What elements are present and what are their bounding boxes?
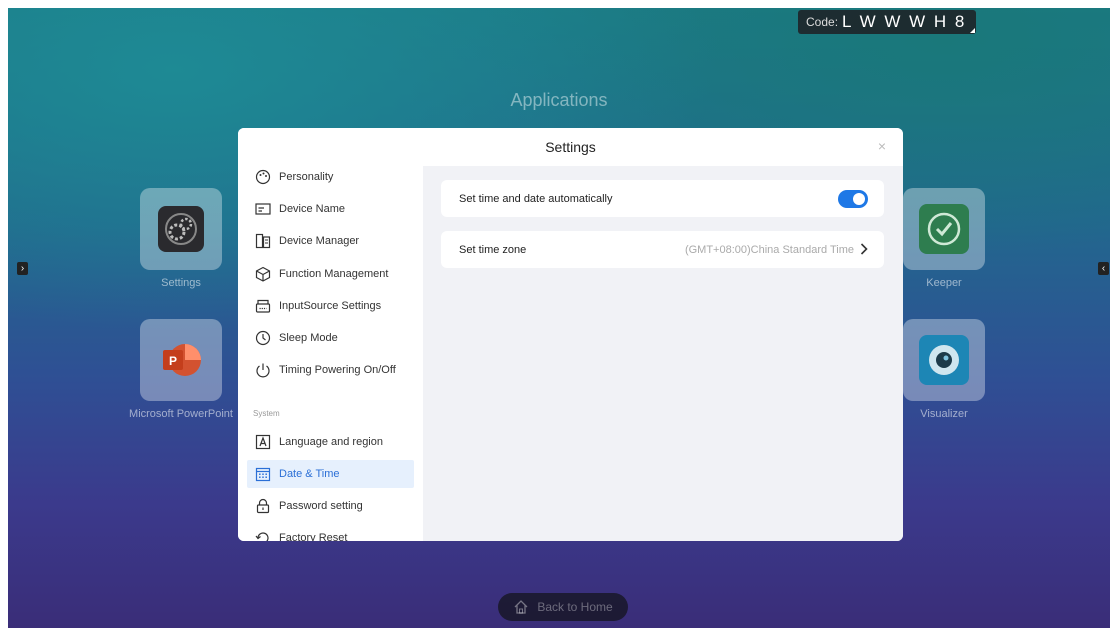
clock-icon [255, 330, 271, 346]
sidebar-item-label: Language and region [279, 436, 383, 448]
auto-time-row[interactable]: Set time and date automatically [441, 180, 884, 217]
calendar-icon [255, 466, 271, 482]
resize-corner-icon [970, 28, 976, 33]
left-edge-arrow-button[interactable]: › [17, 262, 28, 275]
svg-text:P: P [169, 354, 177, 368]
sidebar-item-factory-reset[interactable]: Factory Reset [247, 524, 414, 541]
settings-dialog: Settings × Personality Device Name Devic… [238, 128, 903, 541]
sidebar-item-label: Device Manager [279, 235, 360, 247]
lock-icon [255, 498, 271, 514]
time-zone-label: Set time zone [459, 243, 527, 256]
sidebar-item-label: Timing Powering On/Off [279, 364, 396, 376]
settings-content: Set time and date automatically Set time… [423, 166, 903, 541]
device-name-icon [255, 201, 271, 217]
visualizer-camera-icon [919, 335, 969, 385]
home-icon [514, 600, 528, 614]
sidebar-item-date-time[interactable]: Date & Time [247, 460, 414, 488]
settings-sidebar[interactable]: Personality Device Name Device Manager F… [238, 166, 423, 541]
auto-time-toggle[interactable] [838, 189, 868, 208]
back-to-home-button[interactable]: Back to Home [498, 593, 628, 621]
sidebar-item-label: Factory Reset [279, 532, 348, 541]
language-icon [255, 434, 271, 450]
palette-icon [255, 169, 271, 185]
sidebar-item-label: InputSource Settings [279, 300, 382, 312]
sidebar-item-label: Date & Time [279, 468, 340, 480]
cube-icon [255, 266, 271, 282]
keeper-check-icon [919, 204, 969, 254]
dialog-title: Settings [545, 139, 596, 155]
applications-title: Applications [510, 90, 608, 110]
sidebar-item-sleep-mode[interactable]: Sleep Mode [247, 324, 414, 352]
dialog-header: Settings [238, 128, 903, 166]
sidebar-item-label: Function Management [279, 268, 389, 280]
sidebar-item-timing-powering[interactable]: Timing Powering On/Off [247, 356, 414, 384]
power-icon [255, 362, 271, 378]
system-section-label: System [253, 409, 280, 418]
app-settings-tile[interactable] [140, 188, 222, 270]
sidebar-item-language-region[interactable]: Language and region [247, 428, 414, 456]
app-visualizer-tile[interactable] [903, 319, 985, 401]
sidebar-item-label: Personality [279, 171, 334, 183]
app-keeper-tile[interactable] [903, 188, 985, 270]
app-settings-label: Settings [161, 277, 201, 289]
auto-time-label: Set time and date automatically [459, 192, 613, 205]
input-source-icon [255, 298, 271, 314]
back-to-home-label: Back to Home [537, 600, 613, 614]
code-badge: Code: L W W W H 8 [798, 10, 977, 34]
sidebar-item-inputsource-settings[interactable]: InputSource Settings [247, 292, 414, 320]
powerpoint-icon: P [163, 344, 201, 376]
close-icon[interactable]: × [875, 139, 889, 153]
time-zone-value: (GMT+08:00)China Standard Time [684, 243, 854, 256]
time-zone-row[interactable]: Set time zone (GMT+08:00)China Standard … [441, 231, 884, 268]
sidebar-item-password-setting[interactable]: Password setting [247, 492, 414, 520]
sidebar-item-label: Device Name [279, 203, 346, 215]
sidebar-item-label: Password setting [279, 500, 363, 512]
sidebar-item-device-name[interactable]: Device Name [247, 195, 414, 223]
chevron-right-icon [860, 242, 868, 258]
sidebar-item-personality[interactable]: Personality [247, 166, 414, 191]
code-value: L W W W H 8 [842, 12, 967, 31]
code-label: Code: [806, 15, 839, 29]
desktop-background: Code: L W W W H 8 Applications › ‹ Setti… [8, 8, 1110, 628]
sidebar-item-device-manager[interactable]: Device Manager [247, 227, 414, 255]
reset-icon [255, 530, 271, 541]
device-manager-icon [255, 233, 271, 249]
sidebar-item-label: Sleep Mode [279, 332, 338, 344]
settings-gear-icon [158, 206, 204, 252]
app-powerpoint-tile[interactable]: P [140, 319, 222, 401]
app-powerpoint-label: Microsoft PowerPoint [129, 408, 233, 420]
right-edge-arrow-button[interactable]: ‹ [1098, 262, 1109, 275]
sidebar-item-function-management[interactable]: Function Management [247, 260, 414, 288]
